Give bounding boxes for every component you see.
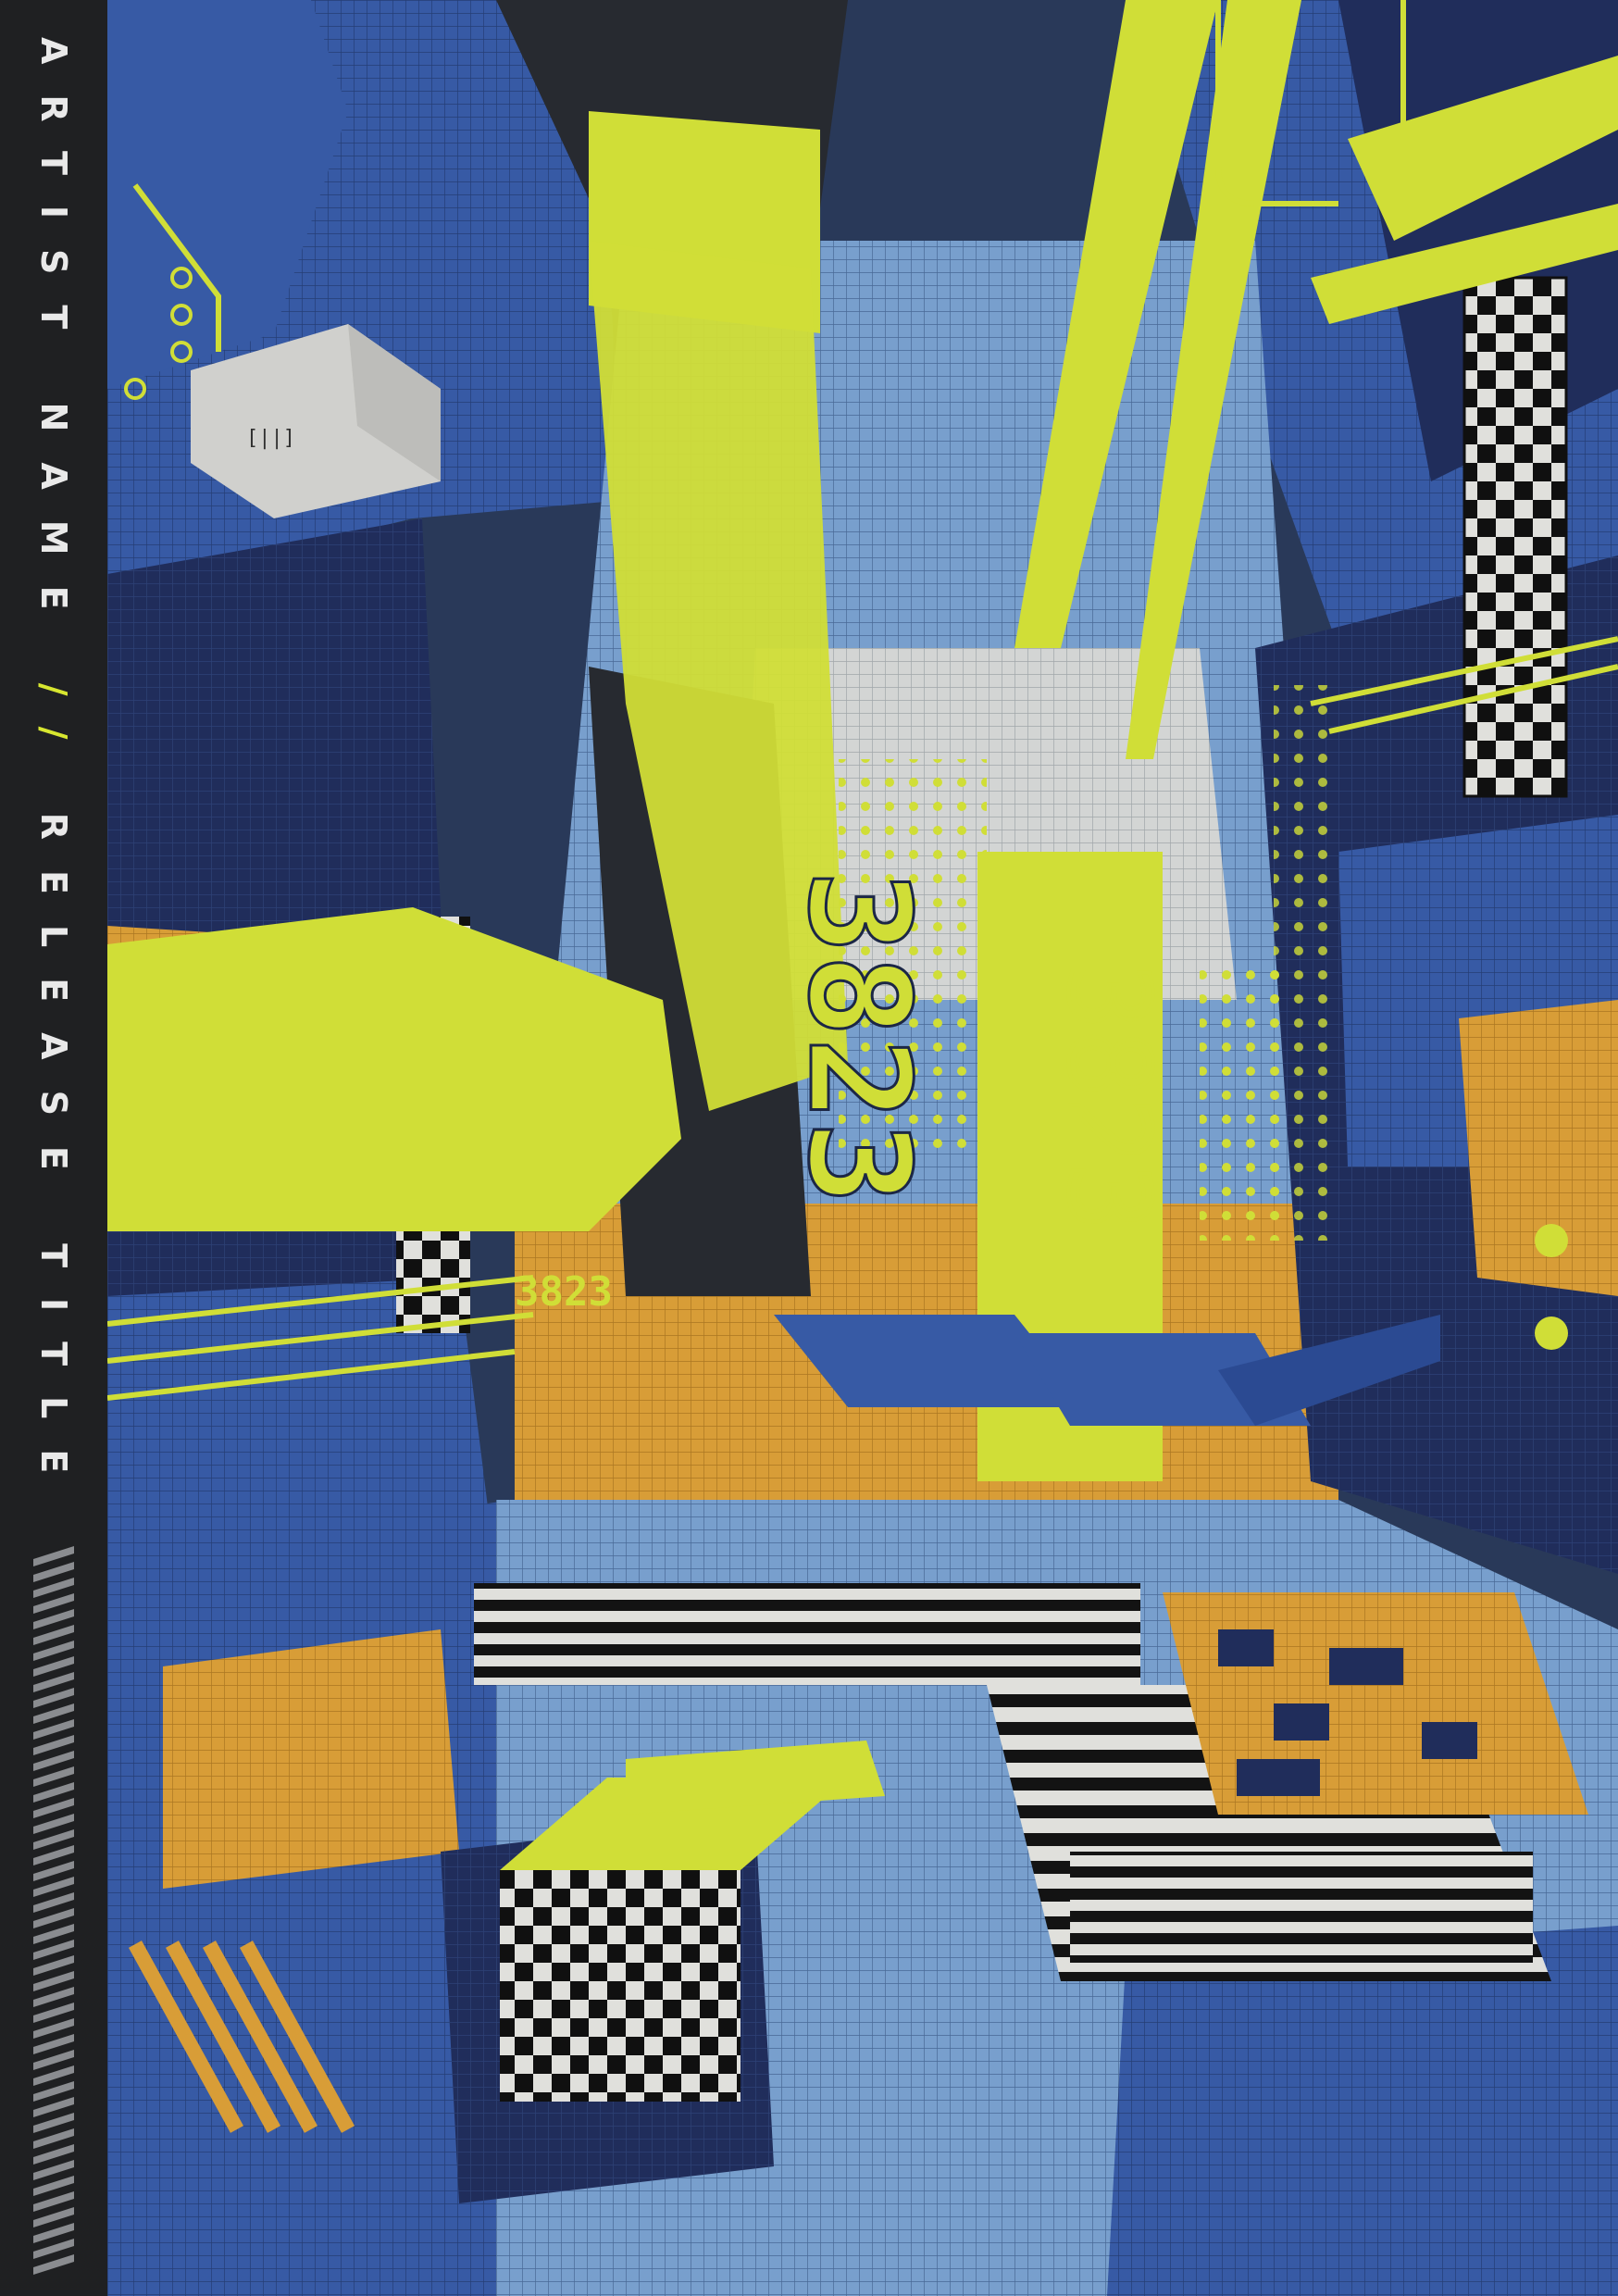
- stripe: [33, 1845, 74, 1866]
- stripe: [33, 1719, 74, 1740]
- stripe: [33, 2113, 74, 2133]
- stripe: [33, 2191, 74, 2212]
- stripe: [33, 1578, 74, 1598]
- stripe: [33, 2160, 74, 2180]
- stripe: [33, 1562, 74, 1582]
- stripe: [33, 1924, 74, 1944]
- stripe: [33, 1782, 74, 1803]
- stripe: [33, 2050, 74, 2070]
- stripe: [33, 2254, 74, 2275]
- sidebar-title: ARTIST NAME // RELEASE TITLE: [26, 37, 81, 1504]
- stripe: [33, 1987, 74, 2007]
- stripe: [33, 2239, 74, 2259]
- stripe: [33, 1908, 74, 1928]
- artist-name: ARTIST NAME: [33, 37, 74, 641]
- stripe: [33, 2034, 74, 2054]
- stripe: [33, 1641, 74, 1661]
- stripe: [33, 1814, 74, 1834]
- stripe: [33, 1656, 74, 1677]
- stripe: [33, 1940, 74, 1960]
- stripe: [33, 1766, 74, 1787]
- stripe: [33, 2176, 74, 2196]
- stripe: [33, 1751, 74, 1771]
- stripe: [33, 1609, 74, 1629]
- stripe: [33, 2207, 74, 2227]
- title-separator: //: [33, 682, 74, 770]
- stripe: [33, 1703, 74, 1724]
- stripe: [33, 2081, 74, 2102]
- stripe: [33, 2144, 74, 2165]
- sidebar: ARTIST NAME // RELEASE TITLE: [0, 0, 107, 2296]
- stripe: [33, 1625, 74, 1645]
- stripe: [33, 2065, 74, 2086]
- stripe: [33, 1971, 74, 1991]
- stripe: [33, 1798, 74, 1818]
- city-artwork: [||] 3823 3823 3823: [107, 0, 1618, 2296]
- stripe: [33, 1688, 74, 1708]
- stripe: [33, 1546, 74, 1566]
- stripe: [33, 1672, 74, 1692]
- release-title: RELEASE TITLE: [33, 812, 74, 1504]
- artwork: [||] 3823 3823 3823: [107, 0, 1618, 2296]
- stripe: [33, 2128, 74, 2149]
- stripe: [33, 2097, 74, 2117]
- diagonal-stripes-decoration: [33, 1546, 74, 2275]
- stripe: [33, 1877, 74, 1897]
- stripe: [33, 1829, 74, 1850]
- stripe: [33, 1955, 74, 1976]
- stripe: [33, 2003, 74, 2023]
- stripe: [33, 2018, 74, 2039]
- stripe: [33, 1861, 74, 1881]
- stripe: [33, 1593, 74, 1614]
- stripe: [33, 1735, 74, 1755]
- stripe: [33, 2223, 74, 2243]
- stripe: [33, 1892, 74, 1913]
